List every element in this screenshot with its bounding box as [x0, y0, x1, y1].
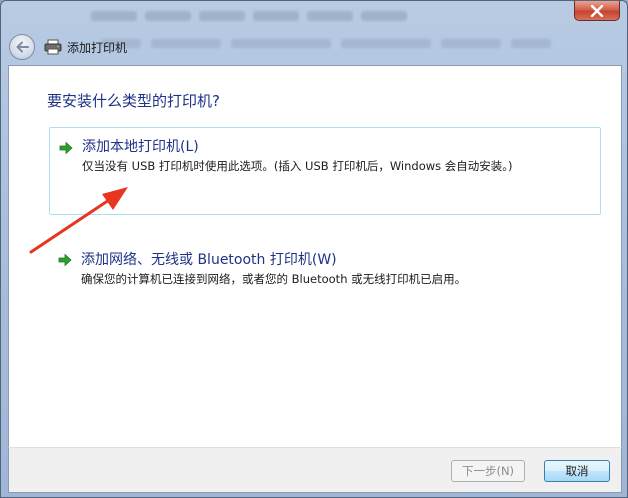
close-button[interactable] — [574, 1, 620, 21]
window-frame: 添加打印机 要安装什么类型的打印机? 添加本地打印机(L) 仅当没有 USB 打… — [0, 0, 628, 498]
green-arrow-icon — [59, 141, 73, 155]
option-title: 添加网络、无线或 Bluetooth 打印机(W) — [81, 252, 337, 268]
dialog-footer: 下一步(N) 取消 — [8, 447, 622, 493]
green-arrow-icon — [58, 253, 72, 267]
option-description: 确保您的计算机已连接到网络，或者您的 Bluetooth 或无线打印机已启用。 — [81, 272, 467, 286]
page-heading: 要安装什么类型的打印机? — [47, 92, 220, 110]
window-title: 添加打印机 — [67, 40, 128, 55]
back-arrow-icon — [16, 41, 29, 53]
next-button[interactable]: 下一步(N) — [451, 460, 525, 482]
option-add-local-printer[interactable]: 添加本地打印机(L) 仅当没有 USB 打印机时使用此选项。(插入 USB 打印… — [49, 127, 601, 215]
background-blur-bar — [101, 39, 621, 53]
option-title: 添加本地打印机(L) — [82, 139, 199, 155]
back-button[interactable] — [9, 34, 35, 60]
content-area: 要安装什么类型的打印机? 添加本地打印机(L) 仅当没有 USB 打印机时使用此… — [8, 65, 622, 447]
close-icon — [590, 4, 604, 17]
printer-icon — [44, 39, 62, 55]
option-add-network-printer[interactable]: 添加网络、无线或 Bluetooth 打印机(W) 确保您的计算机已连接到网络，… — [49, 249, 601, 299]
cancel-button[interactable]: 取消 — [544, 460, 610, 482]
title-nav: 添加打印机 — [9, 33, 127, 61]
background-blur — [91, 11, 407, 27]
option-description: 仅当没有 USB 打印机时使用此选项。(插入 USB 打印机后，Windows … — [82, 159, 513, 173]
